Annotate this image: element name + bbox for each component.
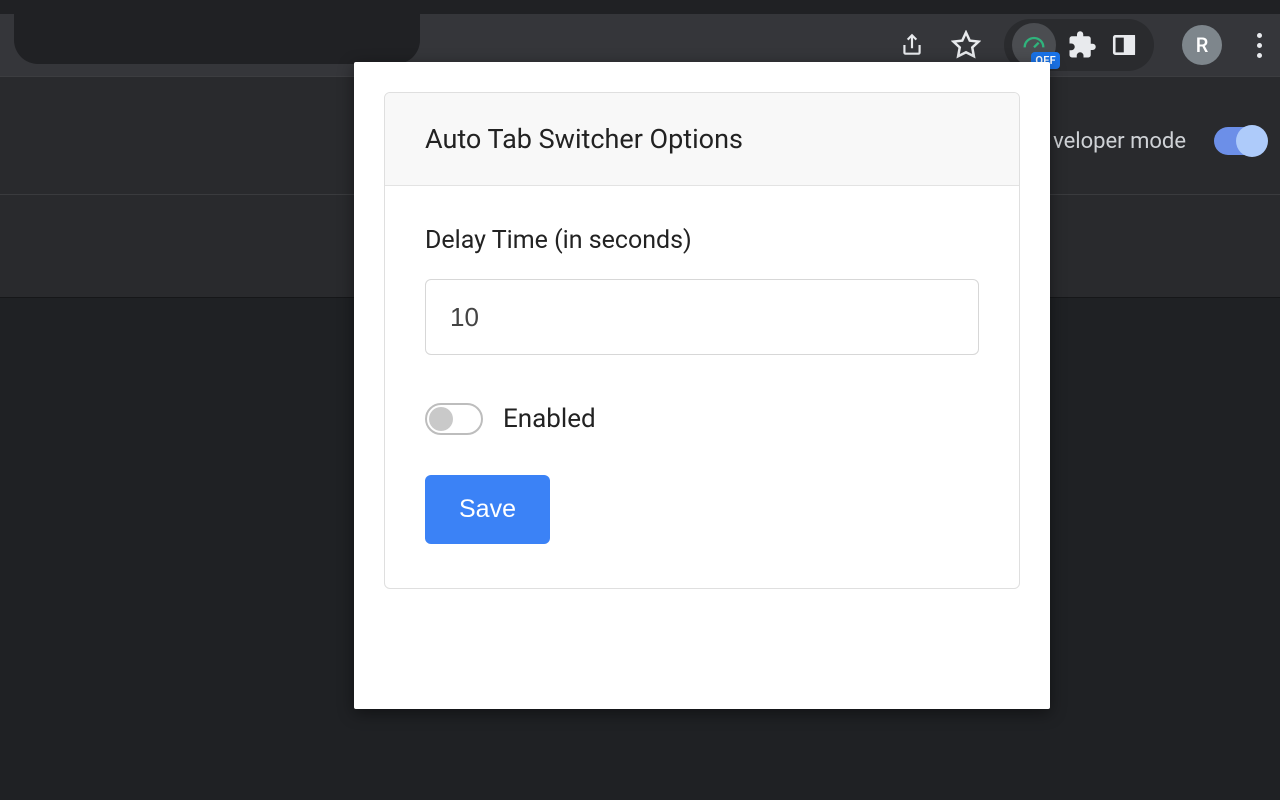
developer-mode-toggle[interactable] — [1214, 127, 1262, 155]
share-icon[interactable] — [896, 29, 928, 61]
extensions-puzzle-icon[interactable] — [1066, 29, 1098, 61]
browser-tab-strip — [0, 0, 1280, 14]
options-body: Delay Time (in seconds) Enabled Save — [385, 186, 1019, 588]
enabled-label: Enabled — [503, 404, 596, 434]
bookmark-star-icon[interactable] — [950, 29, 982, 61]
delay-time-input[interactable] — [425, 279, 979, 355]
save-button[interactable]: Save — [425, 475, 550, 544]
active-extension-icon[interactable]: OFF — [1012, 23, 1056, 67]
profile-initial: R — [1196, 33, 1209, 57]
omnibox-area[interactable] — [14, 14, 420, 64]
enabled-row: Enabled — [425, 403, 979, 435]
side-panel-icon[interactable] — [1108, 29, 1140, 61]
enabled-toggle[interactable] — [425, 403, 483, 435]
developer-mode-label: veloper mode — [1053, 129, 1186, 154]
browser-menu-icon[interactable] — [1250, 33, 1268, 58]
delay-time-label: Delay Time (in seconds) — [425, 226, 979, 255]
options-card: Auto Tab Switcher Options Delay Time (in… — [384, 92, 1020, 589]
extension-popup: Auto Tab Switcher Options Delay Time (in… — [354, 62, 1050, 709]
options-title: Auto Tab Switcher Options — [385, 93, 1019, 186]
profile-avatar[interactable]: R — [1182, 25, 1222, 65]
